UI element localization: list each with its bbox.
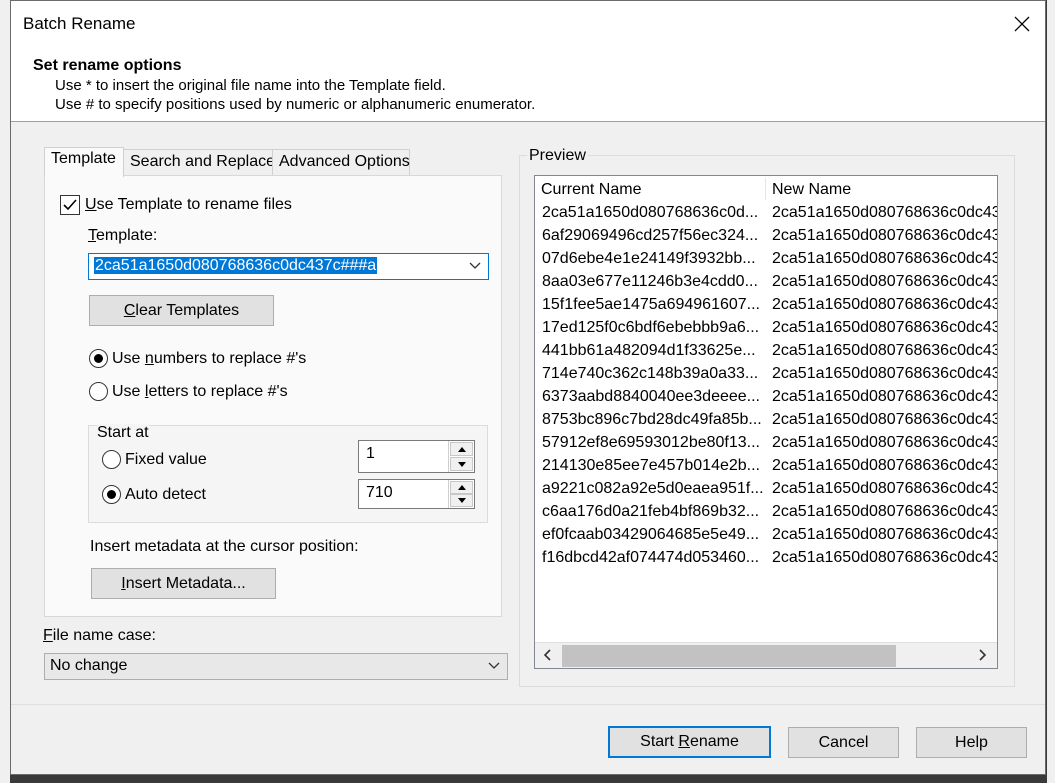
use-letters-radio[interactable] — [89, 382, 108, 401]
new-name-cell: 2ca51a1650d080768636c0dc43 — [772, 296, 998, 313]
header-instruction-2: Use # to specify positions used by numer… — [55, 96, 536, 113]
close-button[interactable] — [999, 1, 1045, 47]
new-name-cell: 2ca51a1650d080768636c0dc43 — [772, 319, 998, 336]
use-template-checkbox[interactable] — [60, 195, 80, 215]
preview-title: Preview — [527, 147, 588, 165]
metadata-label: Insert metadata at the cursor position: — [90, 538, 359, 555]
footer-divider — [11, 704, 1045, 705]
fixed-value-label[interactable]: Fixed value — [125, 451, 207, 469]
batch-rename-dialog: Batch Rename Set rename options Use * to… — [10, 0, 1046, 775]
current-name-cell: 2ca51a1650d080768636c0d... — [542, 204, 759, 221]
help-button[interactable]: Help — [916, 727, 1027, 758]
auto-detect-input[interactable]: 710 — [366, 484, 393, 502]
template-input[interactable]: 2ca51a1650d080768636c0dc437c###a — [88, 253, 489, 280]
current-name-cell: 6af29069496cd257f56ec324... — [542, 227, 759, 244]
auto-detect-label[interactable]: Auto detect — [125, 486, 206, 504]
column-header-new-name[interactable]: New Name — [766, 176, 997, 202]
triangle-down-icon — [457, 498, 466, 503]
cancel-button[interactable]: Cancel — [788, 727, 899, 758]
start-rename-button[interactable]: Start Rename — [608, 726, 771, 758]
current-name-cell: 214130e85ee7e457b014e2b... — [542, 457, 760, 474]
auto-detect-radio[interactable] — [102, 485, 121, 504]
new-name-cell: 2ca51a1650d080768636c0dc43 — [772, 204, 998, 221]
chevron-down-icon[interactable] — [487, 659, 501, 673]
current-name-cell: 07d6ebe4e1e24149f3932bb... — [542, 250, 756, 267]
current-name-cell: 441bb61a482094d1f33625e... — [542, 342, 756, 359]
template-input-value: 2ca51a1650d080768636c0dc437c###a — [94, 257, 378, 274]
auto-detect-spinner[interactable]: 710 — [358, 479, 475, 509]
use-template-label[interactable]: Use Template to rename files — [85, 196, 292, 214]
new-name-cell: 2ca51a1650d080768636c0dc43 — [772, 388, 998, 405]
current-name-cell: 8aa03e677e11246b3e4cdd0... — [542, 273, 758, 290]
triangle-down-icon — [457, 461, 466, 467]
template-tab-panel: Use Template to rename files Template: 2… — [44, 175, 502, 617]
checkmark-icon — [63, 199, 77, 211]
header-divider — [11, 121, 1045, 122]
use-numbers-label[interactable]: Use numbers to replace #'s — [112, 350, 306, 368]
file-name-case-value: No change — [50, 657, 128, 674]
use-letters-label[interactable]: Use letters to replace #'s — [112, 383, 288, 401]
new-name-cell: 2ca51a1650d080768636c0dc43 — [772, 457, 998, 474]
use-numbers-radio[interactable] — [89, 349, 108, 368]
header-instruction-1: Use * to insert the original file name i… — [55, 77, 446, 94]
triangle-up-icon — [457, 485, 466, 490]
new-name-cell: 2ca51a1650d080768636c0dc43 — [772, 273, 998, 290]
clear-templates-button[interactable]: Clear Templates — [89, 295, 274, 326]
current-name-cell: 15f1fee5ae1475a694961607... — [542, 296, 760, 313]
new-name-cell: 2ca51a1650d080768636c0dc43 — [772, 549, 998, 566]
background-window-right — [1047, 0, 1055, 783]
spin-down-button[interactable] — [450, 457, 473, 471]
new-name-cell: 2ca51a1650d080768636c0dc43 — [772, 365, 998, 382]
title-bar: Batch Rename — [11, 1, 1045, 47]
template-label: Template: — [88, 227, 158, 244]
current-name-cell: 57912ef8e69593012be80f13... — [542, 434, 760, 451]
close-icon — [1014, 16, 1030, 32]
file-name-case-select[interactable]: No change — [44, 653, 508, 680]
start-at-title: Start at — [97, 424, 149, 442]
current-name-cell: 17ed125f0c6bdf6ebebbb9a6... — [542, 319, 760, 336]
file-name-case-label: File name case: — [43, 627, 156, 644]
current-name-cell: 8753bc896c7bd28dc49fa85b... — [542, 411, 762, 428]
new-name-cell: 2ca51a1650d080768636c0dc43 — [772, 480, 998, 497]
dialog-header: Set rename options Use * to insert the o… — [11, 47, 1045, 121]
new-name-cell: 2ca51a1650d080768636c0dc43 — [772, 503, 998, 520]
current-name-cell: c6aa176d0a21feb4bf869b32... — [542, 503, 760, 520]
tab-advanced-options[interactable]: Advanced Options — [272, 149, 410, 175]
new-name-cell: 2ca51a1650d080768636c0dc43 — [772, 227, 998, 244]
chevron-left-icon — [543, 649, 551, 661]
chevron-right-icon — [979, 649, 987, 661]
fixed-value-radio[interactable] — [102, 450, 121, 469]
new-name-cell: 2ca51a1650d080768636c0dc43 — [772, 250, 998, 267]
new-name-cell: 2ca51a1650d080768636c0dc43 — [772, 526, 998, 543]
header-title: Set rename options — [33, 57, 182, 74]
current-name-cell: 714e740c362c148b39a0a33... — [542, 365, 759, 382]
spin-up-button[interactable] — [450, 481, 473, 494]
preview-list[interactable]: Current Name New Name 2ca51a1650d0807686… — [534, 175, 998, 669]
spin-up-button[interactable] — [450, 442, 473, 456]
horizontal-scrollbar[interactable] — [535, 642, 997, 668]
current-name-cell: 6373aabd8840040ee3deeee... — [542, 388, 760, 405]
background-window-left — [0, 0, 10, 783]
scrollbar-thumb[interactable] — [562, 645, 896, 667]
tab-template[interactable]: Template — [44, 147, 124, 177]
column-header-current-name[interactable]: Current Name — [535, 176, 765, 202]
triangle-up-icon — [457, 446, 466, 452]
fixed-value-spinner[interactable]: 1 — [358, 440, 475, 473]
tab-search-and-replace[interactable]: Search and Replace — [123, 149, 275, 175]
scroll-left-button[interactable] — [538, 646, 556, 664]
new-name-cell: 2ca51a1650d080768636c0dc43 — [772, 434, 998, 451]
window-title: Batch Rename — [23, 14, 136, 33]
fixed-value-input[interactable]: 1 — [366, 445, 375, 463]
insert-metadata-button[interactable]: Insert Metadata... — [91, 568, 276, 599]
current-name-cell: a9221c082a92e5d0eaea951f... — [542, 480, 764, 497]
new-name-cell: 2ca51a1650d080768636c0dc43 — [772, 411, 998, 428]
chevron-down-icon[interactable] — [468, 259, 482, 273]
spin-down-button[interactable] — [450, 494, 473, 507]
current-name-cell: ef0fcaab03429064685e5e49... — [542, 526, 760, 543]
start-at-group: Start at Fixed value 1 Auto detect 710 — [88, 424, 488, 523]
new-name-cell: 2ca51a1650d080768636c0dc43 — [772, 342, 998, 359]
current-name-cell: f16dbcd42af074474d053460... — [542, 549, 760, 566]
scroll-right-button[interactable] — [974, 646, 992, 664]
